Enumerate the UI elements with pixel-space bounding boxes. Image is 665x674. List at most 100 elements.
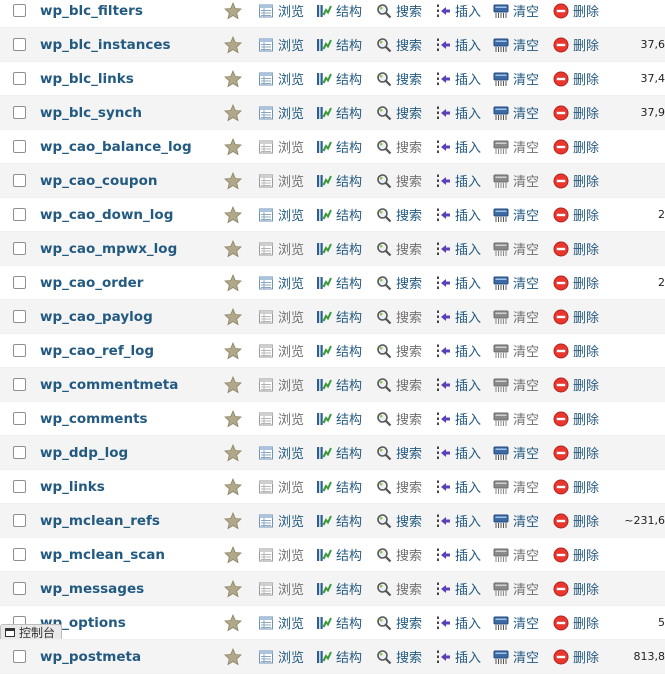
table-name-link[interactable]: wp_ddp_log [40,445,128,461]
insert-button[interactable]: 插入 [435,35,481,54]
browse-button[interactable]: 浏览 [258,477,304,496]
browse-button[interactable]: 浏览 [258,579,304,598]
drop-button[interactable]: 删除 [553,375,599,394]
star-icon[interactable] [224,70,242,88]
search-button[interactable]: 搜索 [376,69,422,88]
browse-button[interactable]: 浏览 [258,137,304,156]
row-checkbox[interactable] [13,514,26,527]
search-button[interactable]: 搜索 [376,511,422,530]
empty-button[interactable]: 清空 [493,375,539,394]
drop-button[interactable]: 删除 [553,171,599,190]
insert-button[interactable]: 插入 [435,647,481,666]
drop-button[interactable]: 删除 [553,273,599,292]
table-name-link[interactable]: wp_comments [40,411,148,427]
insert-button[interactable]: 插入 [435,1,481,20]
empty-button[interactable]: 清空 [493,409,539,428]
star-icon[interactable] [224,36,242,54]
drop-button[interactable]: 删除 [553,307,599,326]
star-icon[interactable] [224,240,242,258]
insert-button[interactable]: 插入 [435,171,481,190]
search-button[interactable]: 搜索 [376,1,422,20]
browse-button[interactable]: 浏览 [258,35,304,54]
structure-button[interactable]: 结构 [316,35,362,54]
table-name-link[interactable]: wp_cao_order [40,275,143,291]
insert-button[interactable]: 插入 [435,579,481,598]
row-checkbox[interactable] [13,650,26,663]
table-name-link[interactable]: wp_mclean_refs [40,513,160,529]
star-icon[interactable] [224,342,242,360]
structure-button[interactable]: 结构 [316,647,362,666]
drop-button[interactable]: 删除 [553,545,599,564]
empty-button[interactable]: 清空 [493,477,539,496]
empty-button[interactable]: 清空 [493,579,539,598]
browse-button[interactable]: 浏览 [258,171,304,190]
star-icon[interactable] [224,2,242,20]
row-checkbox[interactable] [13,276,26,289]
browse-button[interactable]: 浏览 [258,511,304,530]
insert-button[interactable]: 插入 [435,443,481,462]
row-checkbox[interactable] [13,548,26,561]
star-icon[interactable] [224,206,242,224]
drop-button[interactable]: 删除 [553,409,599,428]
star-icon[interactable] [224,308,242,326]
insert-button[interactable]: 插入 [435,613,481,632]
structure-button[interactable]: 结构 [316,579,362,598]
search-button[interactable]: 搜索 [376,35,422,54]
table-name-link[interactable]: wp_cao_coupon [40,173,157,189]
empty-button[interactable]: 清空 [493,647,539,666]
star-icon[interactable] [224,274,242,292]
drop-button[interactable]: 删除 [553,613,599,632]
insert-button[interactable]: 插入 [435,273,481,292]
structure-button[interactable]: 结构 [316,69,362,88]
table-name-link[interactable]: wp_messages [40,581,144,597]
drop-button[interactable]: 删除 [553,103,599,122]
browse-button[interactable]: 浏览 [258,273,304,292]
search-button[interactable]: 搜索 [376,171,422,190]
browse-button[interactable]: 浏览 [258,443,304,462]
browse-button[interactable]: 浏览 [258,103,304,122]
drop-button[interactable]: 删除 [553,443,599,462]
row-checkbox[interactable] [13,310,26,323]
insert-button[interactable]: 插入 [435,307,481,326]
row-checkbox[interactable] [13,208,26,221]
browse-button[interactable]: 浏览 [258,307,304,326]
structure-button[interactable]: 结构 [316,103,362,122]
search-button[interactable]: 搜索 [376,613,422,632]
table-name-link[interactable]: wp_blc_synch [40,105,142,121]
drop-button[interactable]: 删除 [553,341,599,360]
star-icon[interactable] [224,376,242,394]
row-checkbox[interactable] [13,378,26,391]
drop-button[interactable]: 删除 [553,647,599,666]
empty-button[interactable]: 清空 [493,137,539,156]
row-checkbox[interactable] [13,412,26,425]
search-button[interactable]: 搜索 [376,239,422,258]
search-button[interactable]: 搜索 [376,477,422,496]
table-name-link[interactable]: wp_blc_filters [40,3,143,19]
insert-button[interactable]: 插入 [435,103,481,122]
search-button[interactable]: 搜索 [376,307,422,326]
insert-button[interactable]: 插入 [435,409,481,428]
drop-button[interactable]: 删除 [553,35,599,54]
structure-button[interactable]: 结构 [316,477,362,496]
table-name-link[interactable]: wp_blc_links [40,71,134,87]
structure-button[interactable]: 结构 [316,613,362,632]
row-checkbox[interactable] [13,4,26,17]
row-checkbox[interactable] [13,480,26,493]
table-name-link[interactable]: wp_cao_down_log [40,207,173,223]
empty-button[interactable]: 清空 [493,205,539,224]
console-toggle[interactable]: 控制台 [0,624,62,639]
empty-button[interactable]: 清空 [493,511,539,530]
table-name-link[interactable]: wp_mclean_scan [40,547,165,563]
row-checkbox[interactable] [13,174,26,187]
drop-button[interactable]: 删除 [553,477,599,496]
star-icon[interactable] [224,512,242,530]
table-name-link[interactable]: wp_commentmeta [40,377,178,393]
table-name-link[interactable]: wp_blc_instances [40,37,171,53]
insert-button[interactable]: 插入 [435,137,481,156]
drop-button[interactable]: 删除 [553,69,599,88]
star-icon[interactable] [224,478,242,496]
structure-button[interactable]: 结构 [316,511,362,530]
star-icon[interactable] [224,444,242,462]
browse-button[interactable]: 浏览 [258,1,304,20]
browse-button[interactable]: 浏览 [258,647,304,666]
